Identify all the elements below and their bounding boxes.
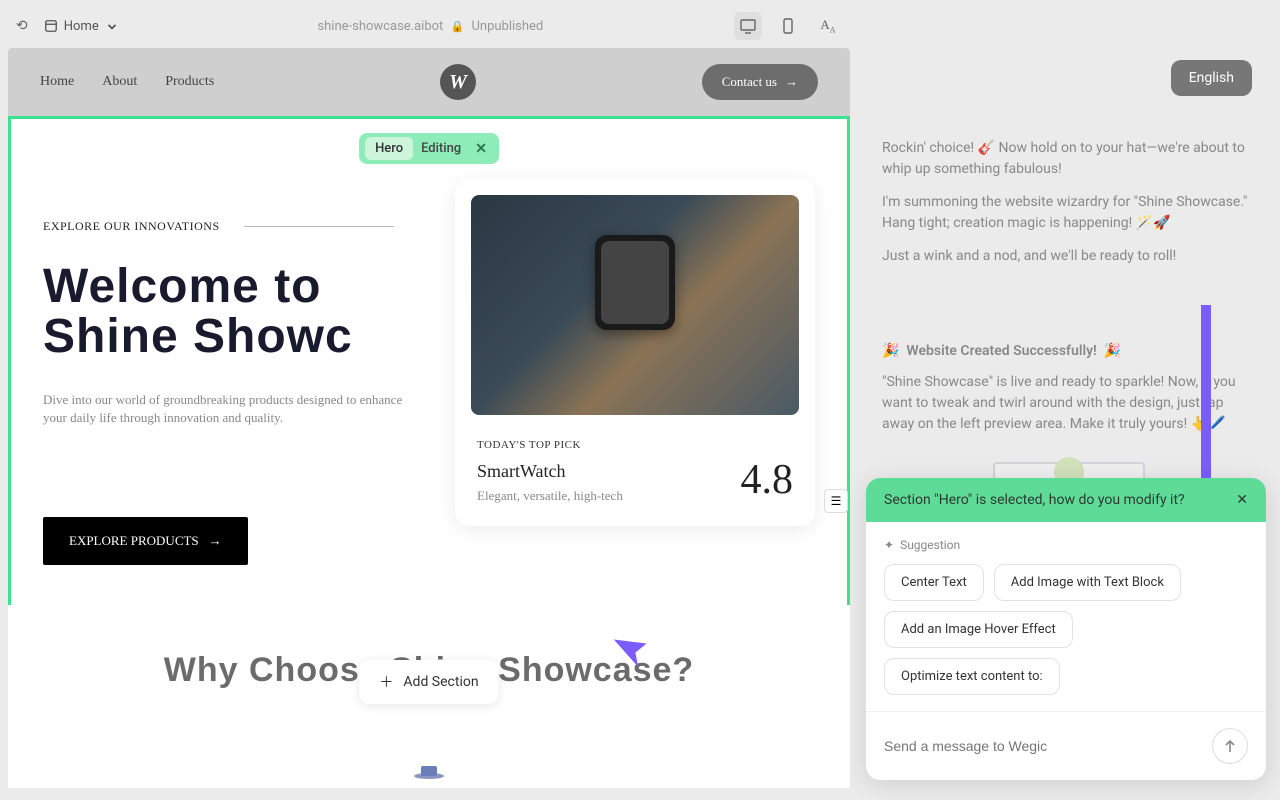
page-selector[interactable]: Home [36,15,127,38]
refresh-icon[interactable]: ⟳ [16,18,28,34]
hero-description[interactable]: Dive into our world of groundbreaking pr… [43,391,403,427]
suggestion-header: Section "Hero" is selected, how do you m… [866,478,1266,522]
lock-icon: 🔒 [451,20,465,33]
suggestion-header-text: Section "Hero" is selected, how do you m… [884,492,1185,508]
chat-input[interactable] [884,738,1200,754]
card-rating: 4.8 [741,456,794,504]
site-logo[interactable]: W [214,64,702,100]
suggestion-panel: Section "Hero" is selected, how do you m… [866,478,1266,780]
publish-status: Unpublished [471,19,543,34]
page-name: Home [64,19,99,34]
card-title: SmartWatch [477,461,623,482]
suggestion-chip[interactable]: Optimize text content to: [884,658,1060,695]
font-settings-button[interactable]: AA [814,12,842,40]
card-label: TODAY'S TOP PICK [477,439,623,451]
hero-cta-button[interactable]: EXPLORE PRODUCTS → [43,517,248,565]
section-menu-button[interactable]: ☰ [824,489,848,513]
add-section-button[interactable]: ＋ Add Section [359,660,498,704]
nav-about[interactable]: About [102,74,137,90]
url-bar: shine-showcase.aibot 🔒 Unpublished [127,19,734,34]
section-edit-badge: Hero Editing ✕ [359,133,499,164]
arrow-right-icon: → [785,74,798,90]
desktop-preview-button[interactable] [734,12,762,40]
contact-button[interactable]: Contact us → [702,64,818,100]
font-icon: AA [820,17,835,35]
page-icon [44,19,58,33]
site-header: Home About Products W Contact us → [8,48,850,116]
close-icon[interactable]: ✕ [1236,492,1248,508]
nav-products[interactable]: Products [165,74,214,90]
chevron-down-icon [105,19,119,33]
mobile-icon [781,18,795,34]
nav-home[interactable]: Home [40,74,74,90]
plus-icon: ＋ [379,672,393,692]
send-button[interactable] [1212,728,1248,764]
chat-text: I'm summoning the website wizardry for "… [882,192,1256,234]
divider [244,226,394,227]
chat-message: Rockin' choice! 🎸 Now hold on to your ha… [866,118,1272,299]
hat-icon [413,762,445,784]
chat-text: Just a wink and a nod, and we'll be read… [882,246,1256,267]
suggestion-chip[interactable]: Center Text [884,564,984,601]
builder-toolbar: ⟳ Home shine-showcase.aibot 🔒 Unpublishe… [8,8,850,44]
chat-composer [866,711,1266,780]
suggestion-label: ✦ Suggestion [884,538,1248,552]
product-image [471,195,799,415]
suggestion-chip[interactable]: Add an Image Hover Effect [884,611,1073,648]
mobile-preview-button[interactable] [774,12,802,40]
badge-section-name: Hero [365,137,413,160]
card-subtitle: Elegant, versatile, high-tech [477,488,623,504]
hero-cta-label: EXPLORE PRODUCTS [69,533,199,549]
arrow-up-icon [1222,738,1238,754]
badge-state: Editing [417,141,465,156]
hero-title[interactable]: Welcome to Shine Showc [43,262,403,363]
hero-section[interactable]: Hero Editing ✕ EXPLORE OUR INNOVATIONS W… [8,116,850,605]
arrow-right-icon: → [209,533,222,549]
contact-label: Contact us [722,74,777,90]
url-text: shine-showcase.aibot [317,19,443,34]
language-label: English [1189,70,1234,86]
language-selector[interactable]: English [1171,60,1252,96]
suggestion-chip[interactable]: Add Image with Text Block [994,564,1181,601]
hero-eyebrow: EXPLORE OUR INNOVATIONS [43,219,220,234]
desktop-icon [740,18,756,34]
product-card[interactable]: TODAY'S TOP PICK SmartWatch Elegant, ver… [455,179,815,526]
chat-text: Rockin' choice! 🎸 Now hold on to your ha… [882,138,1256,180]
sparkle-icon: ✦ [884,538,894,552]
add-section-label: Add Section [403,674,478,690]
badge-close-button[interactable]: ✕ [469,141,493,157]
